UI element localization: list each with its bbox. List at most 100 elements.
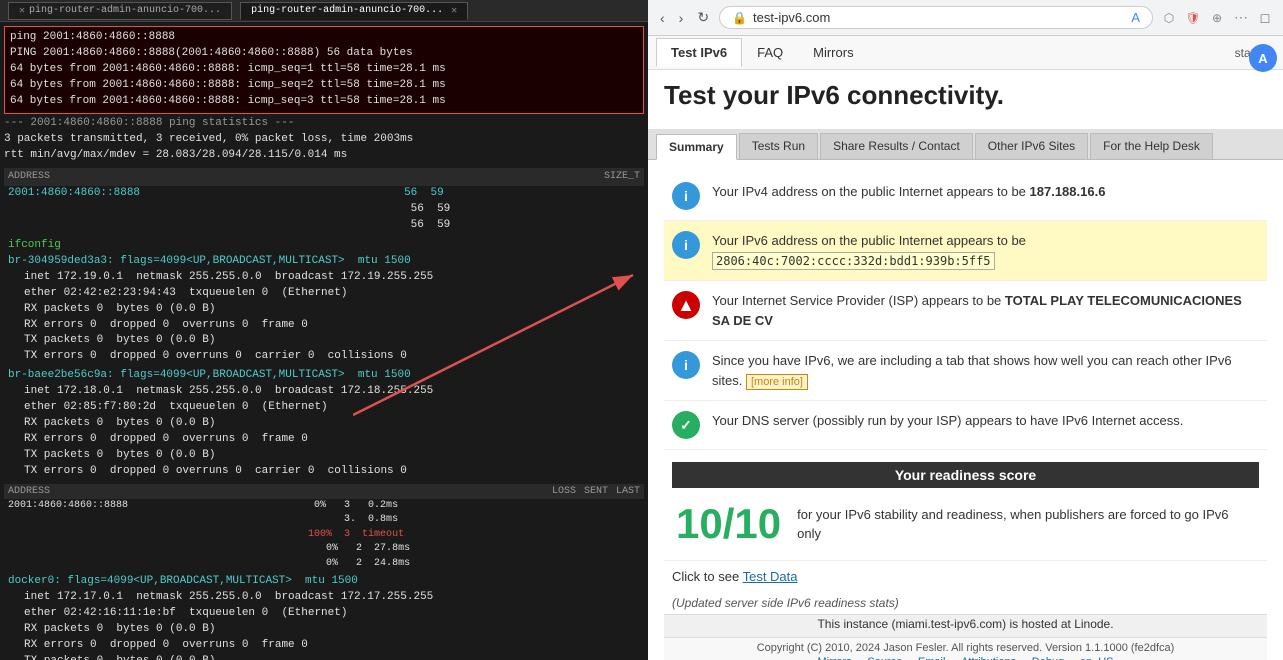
terminal-content: ping 2001:4860:4860::8888 PING 2001:4860…: [0, 22, 648, 660]
ping-rtt: rtt min/avg/max/mdev = 28.083/28.094/28.…: [4, 148, 644, 164]
loss-row-4: 0% 2 27.8ms: [4, 542, 644, 557]
info-icon-1: i: [672, 182, 700, 210]
tab-share[interactable]: Share Results / Contact: [820, 133, 973, 159]
terminal-tab-bar[interactable]: ✕ ping-router-admin-anuncio-700... ping-…: [0, 0, 648, 22]
ifconfig-tx3: TX packets 0 bytes 0 (0.0 B): [4, 654, 644, 660]
copyright-text: Copyright (C) 2010, 2024 Jason Fesler. A…: [672, 642, 1259, 654]
score-body: 10/10 for your IPv6 stability and readin…: [672, 496, 1259, 552]
ifconfig-rx3: RX packets 0 bytes 0 (0.0 B): [4, 622, 644, 638]
extension-icons: ⬡ 🛡 ⊕ ⋯ □: [1159, 9, 1275, 26]
isp-text: Your Internet Service Provider (ISP) app…: [712, 291, 1259, 330]
loss-row-1: 2001:4860:4860::8888 0% 3 0.2ms: [4, 499, 644, 514]
nav-tab-test-ipv6[interactable]: Test IPv6: [656, 38, 742, 67]
ifconfig-rx-err1: RX errors 0 dropped 0 overruns 0 frame 0: [4, 318, 644, 334]
score-section: Your readiness score 10/10 for your IPv6…: [664, 450, 1267, 560]
content-tabs: Summary Tests Run Share Results / Contac…: [648, 129, 1283, 160]
ipv6-address: 2806:40c:7002:cccc:332d:bdd1:939b:5ff5: [712, 252, 995, 270]
ipv4-row: i Your IPv4 address on the public Intern…: [664, 172, 1267, 221]
ifconfig-rx-err2: RX errors 0 dropped 0 overruns 0 frame 0: [4, 432, 644, 448]
footer-attributions[interactable]: Attributions: [961, 656, 1016, 660]
score-value: 10/10: [676, 500, 781, 548]
table-section: ADDRESS SIZE_T: [4, 168, 644, 187]
ifconfig-tx1: TX packets 0 bytes 0 (0.0 B): [4, 333, 644, 349]
ping-stats-result: 3 packets transmitted, 3 received, 0% pa…: [4, 132, 644, 148]
updated-stats: (Updated server side IPv6 readiness stat…: [664, 592, 1267, 614]
footer-debug[interactable]: Debug: [1032, 656, 1064, 660]
test-data-row: Click to see Test Data: [664, 560, 1267, 592]
ifconfig-inet3: inet 172.17.0.1 netmask 255.255.0.0 broa…: [4, 590, 644, 606]
browser-panel: ‹ › ↻ 🔒 test-ipv6.com A ⬡ 🛡 ⊕ ⋯ □ A Test…: [648, 0, 1283, 660]
ifconfig-tx-err1: TX errors 0 dropped 0 overruns 0 carrier…: [4, 349, 644, 365]
ext-icon-5[interactable]: □: [1255, 10, 1275, 26]
ipv4-text: Your IPv4 address on the public Internet…: [712, 182, 1105, 202]
lock-icon: 🔒: [732, 11, 747, 25]
ext-icon-3[interactable]: ⊕: [1207, 11, 1227, 25]
footer-mirrors[interactable]: Mirrors: [817, 656, 851, 660]
info-icon-2: i: [672, 231, 700, 259]
loss-row-3: 100% 3 timeout: [4, 528, 644, 543]
ping-stats-header: --- 2001:4860:4860::8888 ping statistics…: [4, 116, 644, 132]
ipv6-row: i Your IPv6 address on the public Intern…: [664, 221, 1267, 281]
main-content: i Your IPv4 address on the public Intern…: [648, 160, 1283, 660]
tab-other-sites[interactable]: Other IPv6 Sites: [975, 133, 1088, 159]
tab-tests-run[interactable]: Tests Run: [739, 133, 818, 159]
ipv6-text: Your IPv6 address on the public Internet…: [712, 231, 1026, 270]
ext-icon-1[interactable]: ⬡: [1159, 11, 1179, 25]
info-icon-3: ▲: [672, 291, 700, 319]
table-row: 56 59: [4, 202, 644, 218]
ifconfig-rx-err3: RX errors 0 dropped 0 overruns 0 frame 0: [4, 638, 644, 654]
translate-button[interactable]: A: [1249, 44, 1277, 72]
translate-icon-inline: A: [1131, 10, 1140, 25]
browser-chrome: ‹ › ↻ 🔒 test-ipv6.com A ⬡ 🛡 ⊕ ⋯ □: [648, 0, 1283, 36]
more-info-link[interactable]: [more info]: [746, 374, 808, 390]
footer-links: Mirrors · Source · Email · Attributions …: [672, 656, 1259, 660]
ifconfig-rx2: RX packets 0 bytes 0 (0.0 B): [4, 416, 644, 432]
ifconfig-tx2: TX packets 0 bytes 0 (0.0 B): [4, 448, 644, 464]
loss-row-2: 3. 0.8ms: [4, 513, 644, 528]
page-title-area: Test your IPv6 connectivity.: [648, 70, 1283, 129]
ext-icon-4[interactable]: ⋯: [1231, 9, 1251, 26]
ipv6-note-text: Since you have IPv6, we are including a …: [712, 351, 1259, 390]
ifconfig-rx1: RX packets 0 bytes 0 (0.0 B): [4, 302, 644, 318]
ifconfig-adapter2: br-baee2be56c9a: flags=4099<UP,BROADCAST…: [4, 368, 644, 384]
forward-button[interactable]: ›: [675, 8, 688, 28]
tab-help-desk[interactable]: For the Help Desk: [1090, 133, 1213, 159]
nav-tab-faq[interactable]: FAQ: [742, 38, 798, 67]
table-row: 56 59: [4, 218, 644, 234]
address-text: test-ipv6.com: [753, 10, 830, 25]
info-icon-4: i: [672, 351, 700, 379]
footer-source[interactable]: Source: [867, 656, 902, 660]
ext-icon-2[interactable]: 🛡: [1183, 11, 1203, 25]
address-bar[interactable]: 🔒 test-ipv6.com A: [719, 6, 1153, 29]
terminal-tab-2[interactable]: ping-router-admin-anuncio-700... ✕: [240, 2, 468, 20]
ifconfig-adapter1: br-304959ded3a3: flags=4099<UP,BROADCAST…: [4, 254, 644, 270]
dns-row: ✓ Your DNS server (possibly run by your …: [664, 401, 1267, 450]
terminal-tab-1[interactable]: ✕ ping-router-admin-anuncio-700...: [8, 2, 232, 20]
hosted-text: This instance (miami.test-ipv6.com) is h…: [664, 614, 1267, 637]
ifconfig-ether1: ether 02:42:e2:23:94:43 txqueuelen 0 (Et…: [4, 286, 644, 302]
terminal-panel: ✕ ping-router-admin-anuncio-700... ping-…: [0, 0, 648, 660]
reload-button[interactable]: ↻: [693, 7, 713, 28]
loss-table-header: ADDRESS LOSS SENT LAST: [4, 484, 644, 499]
ifconfig-header: ifconfig: [4, 238, 644, 254]
score-desc: for your IPv6 stability and readiness, w…: [797, 505, 1255, 544]
info-icon-5: ✓: [672, 411, 700, 439]
ifconfig-adapter3: docker0: flags=4099<UP,BROADCAST,MULTICA…: [4, 574, 644, 590]
ping-box: ping 2001:4860:4860::8888 PING 2001:4860…: [4, 26, 644, 114]
isp-row: ▲ Your Internet Service Provider (ISP) a…: [664, 281, 1267, 341]
score-header: Your readiness score: [672, 462, 1259, 488]
page-footer: Copyright (C) 2010, 2024 Jason Fesler. A…: [664, 637, 1267, 660]
ifconfig-inet2: inet 172.18.0.1 netmask 255.255.0.0 broa…: [4, 384, 644, 400]
tab-summary[interactable]: Summary: [656, 134, 737, 160]
footer-locale[interactable]: en_US: [1080, 656, 1114, 660]
ifconfig-inet1: inet 172.19.0.1 netmask 255.255.0.0 broa…: [4, 270, 644, 286]
loss-row-5: 0% 2 24.8ms: [4, 557, 644, 572]
ifconfig-ether2: ether 02:85:f7:80:2d txqueuelen 0 (Ether…: [4, 400, 644, 416]
nav-tab-mirrors[interactable]: Mirrors: [798, 38, 868, 67]
site-nav: Test IPv6 FAQ Mirrors stats: [648, 36, 1283, 70]
back-button[interactable]: ‹: [656, 8, 669, 28]
test-data-link[interactable]: Test Data: [743, 569, 798, 584]
page-title: Test your IPv6 connectivity.: [664, 80, 1267, 111]
dns-text: Your DNS server (possibly run by your IS…: [712, 411, 1183, 431]
footer-email[interactable]: Email: [918, 656, 946, 660]
